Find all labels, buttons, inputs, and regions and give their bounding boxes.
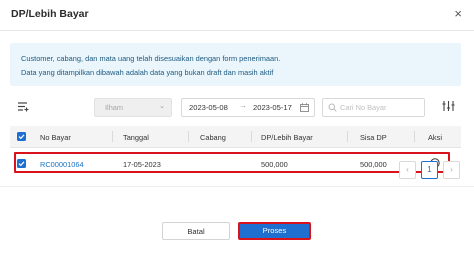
header-aksi: Aksi [428,133,442,142]
header-tanggal: Tanggal [123,133,149,142]
cell-sisa-dp: 500,000 [360,160,387,169]
pagination-page-button[interactable]: 1 [421,161,438,179]
date-to[interactable]: 2023-05-17 [253,103,292,112]
user-select-value: Ilham [105,103,124,112]
cell-no-bayar-link[interactable]: RC00001064 [40,160,84,169]
footer-divider [0,186,474,187]
table-row[interactable]: RC00001064 17-05-2023 500,000 500,000 [14,153,451,174]
cell-tanggal: 17-05-2023 [123,160,161,169]
user-select[interactable]: Ilham ⌄ [94,98,172,117]
columns-settings-icon[interactable] [442,100,455,112]
calendar-icon [300,103,309,112]
close-icon[interactable]: × [454,6,462,21]
pagination-page-number: 1 [427,165,432,174]
pagination-next-button[interactable]: › [443,161,460,179]
proses-button[interactable]: Proses [238,222,311,240]
chevron-right-icon: › [450,165,453,174]
chevron-down-icon: ⌄ [159,103,165,110]
info-banner: Customer, cabang, dan mata uang telah di… [10,43,461,86]
select-all-checkbox[interactable] [17,132,26,141]
pagination-prev-button[interactable]: ‹ [399,161,416,179]
filter-list-icon[interactable] [16,100,29,113]
date-range-picker[interactable]: 2023-05-08 → 2023-05-17 [181,98,315,117]
row-checkbox[interactable] [17,159,26,168]
dialog-header: DP/Lebih Bayar × [0,0,474,31]
cell-dp-lebih-bayar: 500,000 [261,160,288,169]
header-cabang: Cabang [200,133,226,142]
header-sisa-dp: Sisa DP [360,133,387,142]
cancel-button[interactable]: Batal [162,222,230,240]
date-separator: → [239,101,247,110]
search-placeholder: Cari No Bayar [340,103,387,112]
chevron-left-icon: ‹ [406,165,409,174]
date-from[interactable]: 2023-05-08 [189,103,228,112]
info-text-line-2: Data yang ditampilkan dibawah adalah dat… [21,68,274,77]
info-text-line-1: Customer, cabang, dan mata uang telah di… [21,54,281,63]
search-icon [328,103,337,112]
search-input[interactable]: Cari No Bayar [322,98,425,117]
table-header: No Bayar Tanggal Cabang DP/Lebih Bayar S… [10,126,461,148]
header-no-bayar: No Bayar [40,133,71,142]
header-dp-lebih-bayar: DP/Lebih Bayar [261,133,313,142]
dialog-title: DP/Lebih Bayar [11,8,89,20]
